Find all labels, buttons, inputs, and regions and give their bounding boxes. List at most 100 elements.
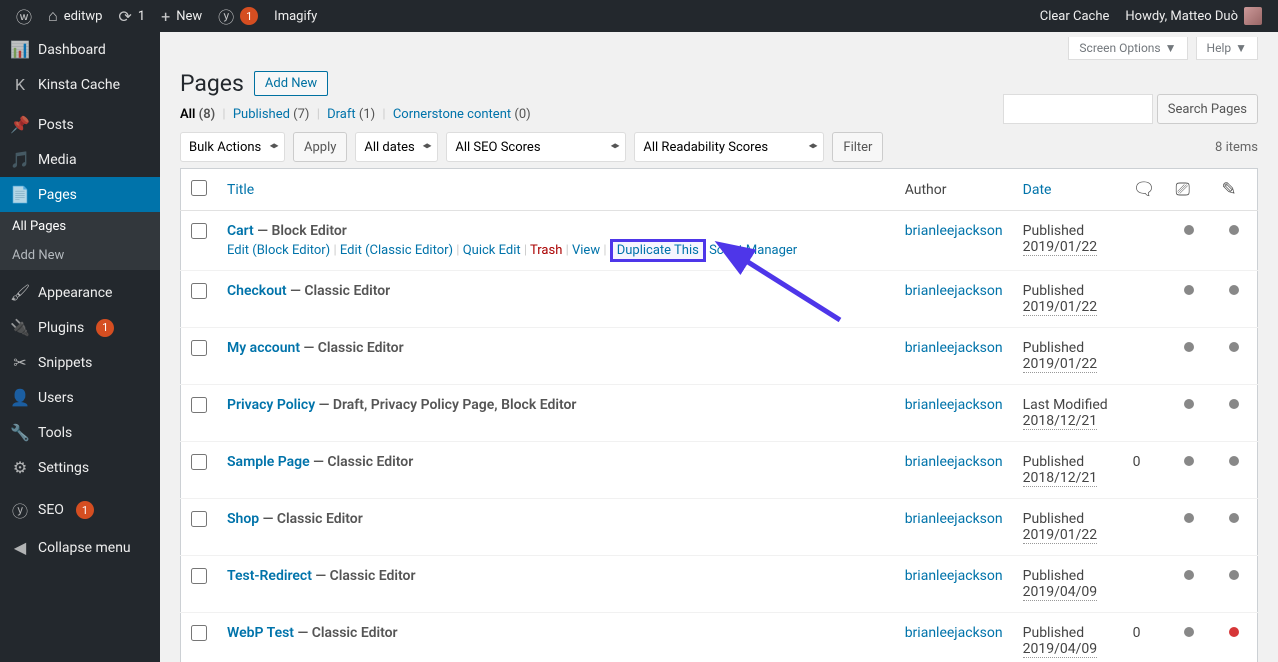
row-checkbox[interactable] — [191, 397, 207, 413]
row-checkbox[interactable] — [191, 625, 207, 641]
row-checkbox[interactable] — [191, 568, 207, 584]
column-date[interactable]: Date — [1023, 182, 1052, 198]
view-draft[interactable]: Draft (1) — [327, 107, 375, 122]
pin-icon: 📌 — [10, 115, 30, 134]
row-checkbox[interactable] — [191, 511, 207, 527]
row-title-link[interactable]: Checkout — [227, 283, 287, 299]
author-link[interactable]: brianleejackson — [905, 283, 1003, 299]
author-link[interactable]: brianleejackson — [905, 223, 1003, 239]
view-link[interactable]: View — [572, 243, 600, 258]
sidebar-item-plugins[interactable]: 🔌Plugins1 — [0, 310, 160, 345]
imagify-label: Imagify — [274, 9, 317, 24]
seo-dot — [1184, 627, 1194, 637]
sidebar-item-label: Users — [38, 390, 74, 406]
column-title[interactable]: Title — [227, 182, 254, 198]
sidebar-item-label: Dashboard — [38, 42, 106, 58]
yoast[interactable]: ⓨ1 — [210, 0, 266, 32]
row-title-link[interactable]: Test-Redirect — [227, 568, 312, 584]
sidebar-item-tools[interactable]: 🔧Tools — [0, 415, 160, 450]
seo-filter-select[interactable]: All SEO Scores — [446, 132, 626, 162]
post-state: — Classic Editor — [312, 568, 416, 584]
sidebar-item-dashboard[interactable]: 📊Dashboard — [0, 32, 160, 67]
date-prefix: Published — [1023, 568, 1084, 584]
sidebar-item-label: Kinsta Cache — [38, 77, 120, 93]
new-content[interactable]: +New — [153, 0, 210, 32]
row-title-link[interactable]: Shop — [227, 511, 259, 527]
site-name[interactable]: ⌂editwp — [40, 0, 110, 32]
avatar — [1244, 7, 1262, 25]
screen-options-button[interactable]: Screen Options ▼ — [1068, 37, 1187, 60]
sidebar-item-users[interactable]: 👤Users — [0, 380, 160, 415]
table-row: Sample Page — Classic Editor brianleejac… — [181, 442, 1258, 499]
row-checkbox[interactable] — [191, 283, 207, 299]
search-button[interactable]: Search Pages — [1157, 94, 1258, 124]
table-row: Privacy Policy — Draft, Privacy Policy P… — [181, 385, 1258, 442]
chevron-down-icon: ▼ — [1235, 41, 1247, 55]
script-manager-link[interactable]: Script Manager — [709, 243, 797, 258]
snippets-icon: ✂ — [10, 353, 30, 372]
column-author: Author — [895, 169, 1013, 211]
select-all-checkbox[interactable] — [191, 180, 207, 196]
author-link[interactable]: brianleejackson — [905, 625, 1003, 641]
sidebar-item-kinsta-cache[interactable]: KKinsta Cache — [0, 67, 160, 102]
sidebar-item-snippets[interactable]: ✂Snippets — [0, 345, 160, 380]
comments-count — [1123, 328, 1166, 385]
view-all[interactable]: All (8) — [180, 107, 215, 122]
view-cornerstone[interactable]: Cornerstone content (0) — [393, 107, 531, 122]
row-checkbox[interactable] — [191, 340, 207, 356]
submenu-all-pages[interactable]: All Pages — [0, 212, 160, 241]
row-checkbox[interactable] — [191, 223, 207, 239]
sidebar-item-settings[interactable]: ⚙Settings — [0, 450, 160, 485]
view-published[interactable]: Published (7) — [233, 107, 310, 122]
add-new-button[interactable]: Add New — [254, 71, 328, 96]
trash-link[interactable]: Trash — [530, 243, 562, 258]
apply-button[interactable]: Apply — [293, 132, 347, 162]
collapse-icon: ◀ — [10, 538, 30, 557]
readability-dot — [1229, 399, 1239, 409]
author-link[interactable]: brianleejackson — [905, 568, 1003, 584]
updates[interactable]: ⟳1 — [110, 0, 153, 32]
readability-dot — [1229, 285, 1239, 295]
sidebar-item-label: Appearance — [38, 285, 112, 301]
sidebar-item-posts[interactable]: 📌Posts — [0, 107, 160, 142]
row-title-link[interactable]: Cart — [227, 223, 254, 239]
sidebar-item-appearance[interactable]: 🖌Appearance — [0, 275, 160, 310]
help-button[interactable]: Help ▼ — [1196, 37, 1258, 60]
row-checkbox[interactable] — [191, 454, 207, 470]
quick-edit-link[interactable]: Quick Edit — [463, 243, 521, 258]
sidebar-item-collapse-menu[interactable]: ◀Collapse menu — [0, 530, 160, 565]
filter-button[interactable]: Filter — [832, 132, 883, 162]
sidebar-item-seo[interactable]: ⓨSEO1 — [0, 490, 160, 530]
seo-dot — [1184, 342, 1194, 352]
row-title-link[interactable]: Sample Page — [227, 454, 310, 470]
row-title-link[interactable]: My account — [227, 340, 300, 356]
edit-block-link[interactable]: Edit (Block Editor) — [227, 243, 330, 258]
readability-dot — [1229, 627, 1239, 637]
date-prefix: Published — [1023, 283, 1084, 299]
wp-logo[interactable]: ⓦ — [8, 0, 40, 32]
search-input[interactable] — [1003, 94, 1153, 124]
readability-filter-select[interactable]: All Readability Scores — [634, 132, 824, 162]
author-link[interactable]: brianleejackson — [905, 397, 1003, 413]
author-link[interactable]: brianleejackson — [905, 454, 1003, 470]
sidebar-item-pages[interactable]: 📄Pages — [0, 177, 160, 212]
author-link[interactable]: brianleejackson — [905, 340, 1003, 356]
comments-count — [1123, 211, 1166, 271]
row-title-link[interactable]: Privacy Policy — [227, 397, 315, 413]
imagify[interactable]: Imagify — [266, 0, 325, 32]
edit-classic-link[interactable]: Edit (Classic Editor) — [340, 243, 453, 258]
comments-count — [1123, 271, 1166, 328]
clear-cache[interactable]: Clear Cache — [1032, 0, 1118, 32]
duplicate-this-link[interactable]: Duplicate This — [610, 239, 706, 262]
comments-count — [1123, 385, 1166, 442]
howdy-label: Howdy, Matteo Duò — [1125, 9, 1238, 24]
pages-table: Title Author Date 🗨 ⎚ ✎ Cart — Block Edi… — [180, 168, 1258, 662]
author-link[interactable]: brianleejackson — [905, 511, 1003, 527]
my-account[interactable]: Howdy, Matteo Duò — [1117, 0, 1270, 32]
sidebar-item-media[interactable]: 🎵Media — [0, 142, 160, 177]
submenu-add-new[interactable]: Add New — [0, 241, 160, 270]
bulk-actions-select[interactable]: Bulk Actions — [180, 132, 285, 162]
row-title-link[interactable]: WebP Test — [227, 625, 294, 641]
dates-filter-select[interactable]: All dates — [355, 132, 438, 162]
date-prefix: Last Modified — [1023, 397, 1108, 413]
